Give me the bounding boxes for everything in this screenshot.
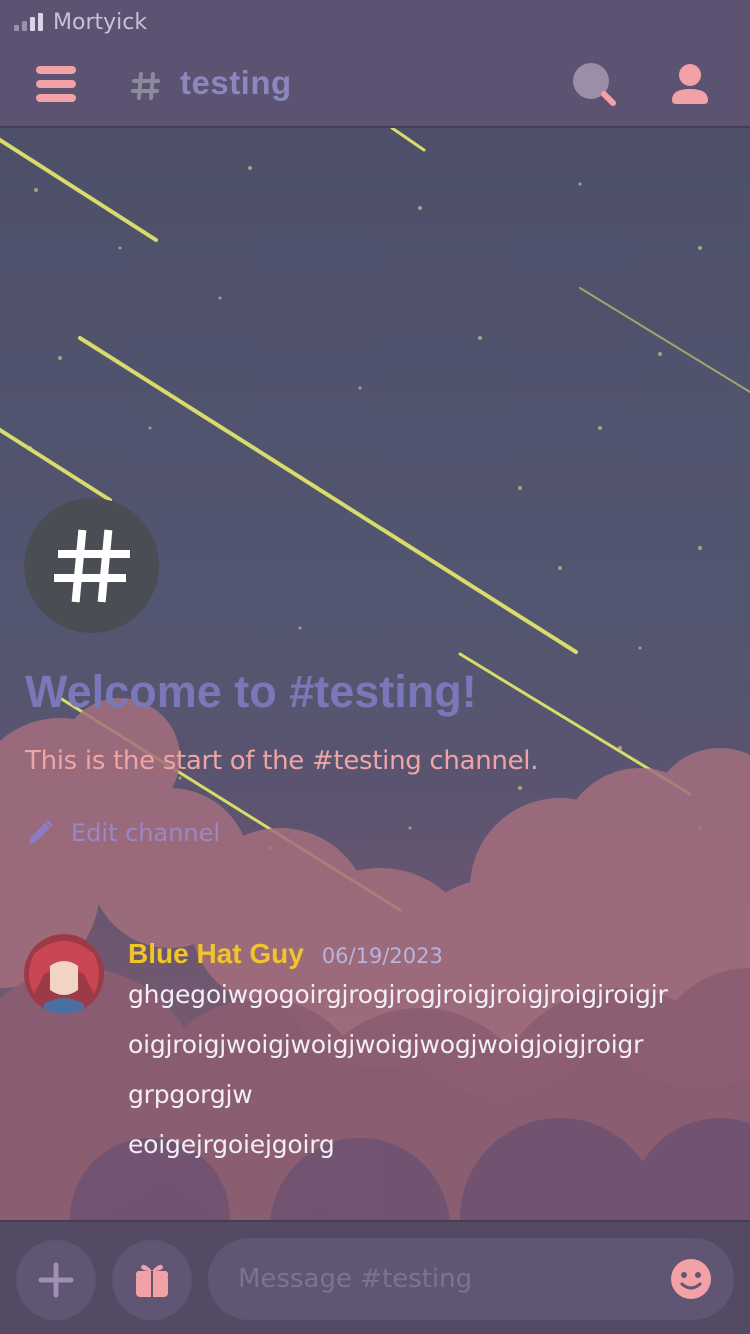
username[interactable]: Blue Hat Guy: [128, 938, 304, 970]
gift-icon: [136, 1264, 168, 1297]
channel-icon: [24, 498, 159, 633]
edit-channel-label: Edit channel: [71, 819, 221, 847]
message-text-line: eoigejrgoiejgoirg: [128, 1130, 335, 1159]
edit-channel-button[interactable]: Edit channel: [25, 816, 220, 850]
channel-header: testing: [0, 44, 750, 128]
message-text-line: ghgegoiwgogoirgjrogjrogjroigjroigjroigjr…: [128, 980, 668, 1009]
menu-icon[interactable]: [36, 66, 76, 102]
message-timestamp: 06/19/2023: [321, 944, 443, 968]
welcome-subtitle: This is the start of the #testing channe…: [25, 746, 539, 776]
avatar[interactable]: [24, 934, 104, 1014]
search-icon[interactable]: [572, 62, 618, 108]
chat-area[interactable]: Welcome to #testing! This is the start o…: [0, 128, 750, 1220]
hash-icon: [53, 529, 130, 602]
profile-icon[interactable]: [668, 62, 712, 106]
carrier-name: Mortyick: [53, 9, 148, 35]
message-composer: [0, 1220, 750, 1334]
message-text-line: oigjroigjwoigjwoigjwoigjwogjwoigjoigjroi…: [128, 1030, 644, 1059]
hash-icon: [131, 72, 160, 100]
plus-icon: [38, 1262, 74, 1298]
pencil-icon: [29, 820, 53, 844]
gift-button[interactable]: [112, 1240, 192, 1320]
add-attachment-button[interactable]: [16, 1240, 96, 1320]
smiley-icon[interactable]: [670, 1258, 712, 1300]
message-input[interactable]: [208, 1238, 734, 1320]
message-text-line: grpgorgjw: [128, 1080, 253, 1109]
status-bar: Mortyick: [0, 0, 750, 44]
channel-title: testing: [180, 64, 292, 101]
signal-strength-icon: [14, 13, 43, 31]
welcome-title: Welcome to #testing!: [25, 666, 477, 717]
